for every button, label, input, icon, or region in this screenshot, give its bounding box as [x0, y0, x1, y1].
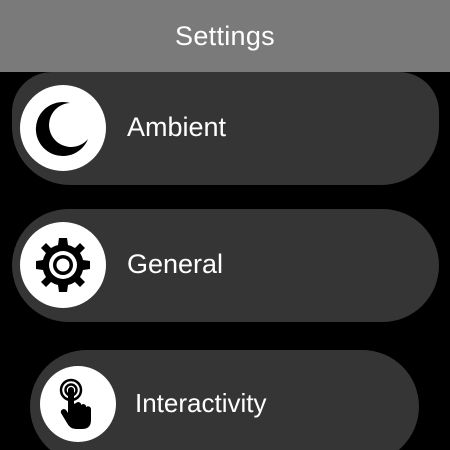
settings-item-general[interactable]: General: [12, 209, 439, 322]
header-bar: Settings: [0, 0, 450, 72]
moon-icon: [35, 102, 88, 157]
interactivity-icon-container: [40, 366, 116, 442]
settings-item-label: Interactivity: [135, 388, 267, 418]
general-icon-container: [20, 222, 106, 308]
settings-item-label: General: [127, 249, 224, 279]
touch-icon: [59, 378, 91, 429]
ambient-icon-container: [20, 85, 106, 171]
settings-item-label: Ambient: [127, 112, 227, 142]
settings-screen: Settings Ambient UpdateStar.com General: [0, 0, 450, 450]
gear-icon: [36, 238, 90, 292]
settings-item-interactivity[interactable]: Interactivity: [30, 350, 419, 450]
settings-item-ambient[interactable]: Ambient: [12, 72, 439, 185]
page-title: Settings: [175, 20, 275, 51]
